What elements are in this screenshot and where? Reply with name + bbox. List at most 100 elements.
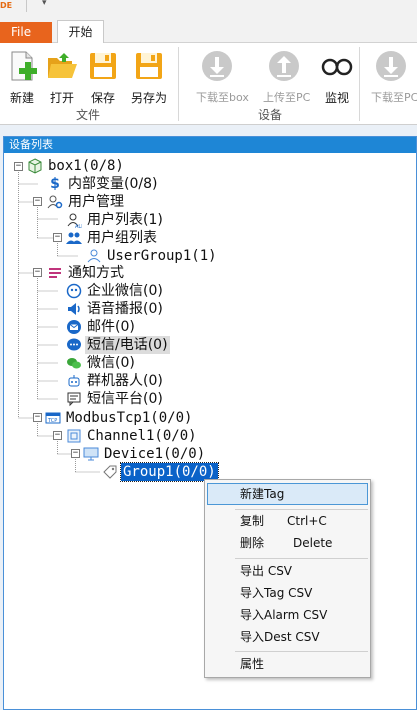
group-label-device: 设备 — [258, 108, 283, 122]
collapse-toggle-icon[interactable]: − — [14, 162, 23, 171]
menu-item-label: 删除 — [240, 536, 265, 550]
tree-node-label: 语音播报(0) — [87, 301, 163, 317]
tree-node-label: box1(0/8) — [48, 158, 124, 174]
menu-item-label: 导入Alarm CSV — [240, 608, 328, 622]
menu-item-shortcut: Ctrl+C — [287, 514, 327, 528]
tree-node-notify[interactable]: 通知方式 — [47, 264, 126, 282]
svg-text:ALL: ALL — [75, 224, 82, 228]
tree-node-internal-vars[interactable]: $ 内部变量(0/8) — [47, 175, 159, 193]
app-window: DE ▾ File 开始 新建 打开 保存 另存为 文件 下载至box 上传至P… — [0, 0, 417, 710]
tree-node-label: 用户列表(1) — [87, 212, 163, 228]
speaker-icon — [68, 303, 80, 315]
tab-file[interactable]: File — [0, 22, 52, 43]
tree-node-wechat[interactable]: 微信(0) — [66, 354, 137, 372]
new-button[interactable]: 新建 — [1, 45, 43, 106]
open-folder-icon — [45, 49, 79, 83]
menu-item-export-csv[interactable]: 导出 CSV — [207, 560, 368, 582]
notification-list-icon — [49, 268, 61, 278]
upload-to-pc-button[interactable]: 上传至PC — [263, 45, 310, 105]
tree-node-user-mgmt[interactable]: 用户管理 — [47, 193, 126, 211]
ribbon-tab-bar: File 开始 — [0, 16, 417, 44]
tree-node-sms-phone[interactable]: 短信/电话(0) — [66, 336, 170, 354]
context-menu: 新建Tag 复制 Ctrl+C 删除 Delete 导出 CSV 导入Tag C… — [204, 479, 371, 678]
download-to-box-button[interactable]: 下载至box — [196, 45, 249, 105]
tree-node-label: 企业微信(0) — [87, 283, 163, 299]
save-button-label: 保存 — [90, 91, 115, 105]
collapse-toggle-icon[interactable]: − — [33, 197, 42, 206]
menu-item-properties[interactable]: 属性 — [207, 653, 368, 675]
tree-node-user-list[interactable]: ALL 用户列表(1) — [66, 211, 165, 229]
menu-item-import-alarm-csv[interactable]: 导入Alarm CSV — [207, 604, 368, 626]
message-platform-icon — [67, 392, 81, 407]
tree-node-label: 群机器人(0) — [87, 373, 163, 389]
wecom-icon — [66, 283, 82, 299]
tree-node-label: 邮件(0) — [87, 319, 135, 335]
save-as-button-label: 另存为 — [130, 91, 167, 105]
svg-text:TCP: TCP — [47, 418, 57, 424]
download-to-pc-button[interactable]: 下载至PC — [368, 45, 417, 105]
tree-node-group[interactable]: Group1(0/0) — [102, 462, 219, 482]
tree-node-channel[interactable]: Channel1(0/0) — [66, 427, 199, 445]
box-cube-icon — [28, 158, 42, 174]
tree-node-label: Device1(0/0) — [104, 446, 206, 462]
tree-node-box[interactable]: box1(0/8) — [27, 157, 126, 175]
download-icon — [200, 49, 234, 83]
collapse-toggle-icon[interactable]: − — [53, 233, 62, 242]
user-icon — [87, 249, 101, 263]
tree-node-label: ModbusTcp1(0/0) — [66, 410, 193, 426]
menu-item-import-dest-csv[interactable]: 导入Dest CSV — [207, 626, 368, 648]
menu-item-label: 复制 — [240, 514, 265, 528]
download-to-pc-label: 下载至PC — [371, 91, 417, 104]
user-group-icon — [66, 232, 82, 244]
save-button[interactable]: 保存 — [82, 45, 124, 106]
quick-access-dropdown-icon[interactable]: ▾ — [42, 0, 47, 8]
monitor-button-label: 监视 — [324, 91, 349, 105]
menu-item-label: 导入Tag CSV — [240, 586, 313, 600]
tree-node-label: 用户管理 — [68, 194, 124, 210]
robot-icon — [68, 375, 80, 387]
user-settings-icon — [47, 195, 63, 209]
collapse-toggle-icon[interactable]: − — [33, 413, 42, 422]
dollar-icon: $ — [50, 176, 60, 192]
ribbon-group-separator — [359, 47, 360, 121]
protocol-icon: TCP — [45, 412, 61, 424]
toolbar-separator — [26, 0, 27, 12]
app-logo: DE — [0, 1, 13, 10]
tree-node-wecom[interactable]: 企业微信(0) — [66, 282, 165, 300]
download-to-box-label: 下载至box — [196, 91, 249, 104]
tree-node-user-group1[interactable]: UserGroup1(1) — [86, 247, 219, 265]
save-as-button[interactable]: 另存为 — [128, 45, 170, 106]
collapse-toggle-icon[interactable]: − — [53, 431, 62, 440]
open-button[interactable]: 打开 — [41, 45, 83, 106]
tree-node-modbus[interactable]: TCP ModbusTcp1(0/0) — [45, 409, 194, 427]
monitor-device-icon — [83, 447, 99, 461]
tree-node-voice[interactable]: 语音播报(0) — [66, 300, 165, 318]
menu-separator — [235, 558, 368, 559]
tree-node-user-group-list[interactable]: 用户组列表 — [66, 229, 159, 247]
new-button-label: 新建 — [9, 91, 34, 105]
tree-node-label: 微信(0) — [87, 355, 135, 371]
menu-item-copy[interactable]: 复制 Ctrl+C — [207, 510, 368, 532]
save-disk-icon — [86, 49, 120, 83]
collapse-toggle-icon[interactable]: − — [71, 449, 80, 458]
menu-item-label: 导入Dest CSV — [240, 630, 320, 644]
menu-item-label: 导出 CSV — [240, 564, 293, 578]
user-icon: ALL — [67, 213, 82, 228]
wechat-icon — [67, 358, 81, 369]
menu-item-import-tag-csv[interactable]: 导入Tag CSV — [207, 582, 368, 604]
group-label-file: 文件 — [76, 108, 101, 122]
tree-node-device[interactable]: Device1(0/0) — [83, 445, 207, 463]
tree-node-label: 用户组列表 — [87, 230, 157, 246]
tag-icon — [103, 465, 117, 479]
tree-node-email[interactable]: 邮件(0) — [66, 318, 137, 336]
glasses-icon — [320, 49, 354, 83]
tab-home[interactable]: 开始 — [57, 20, 104, 44]
menu-item-delete[interactable]: 删除 Delete — [207, 532, 368, 554]
menu-item-label: 新建Tag — [240, 487, 285, 501]
tree-node-robot[interactable]: 群机器人(0) — [66, 372, 165, 390]
tree-node-sms-platform[interactable]: 短信平台(0) — [66, 390, 165, 408]
email-icon — [67, 320, 81, 334]
menu-item-new-tag[interactable]: 新建Tag — [207, 483, 368, 505]
collapse-toggle-icon[interactable]: − — [33, 268, 42, 277]
monitor-button[interactable]: 监视 — [316, 45, 358, 106]
